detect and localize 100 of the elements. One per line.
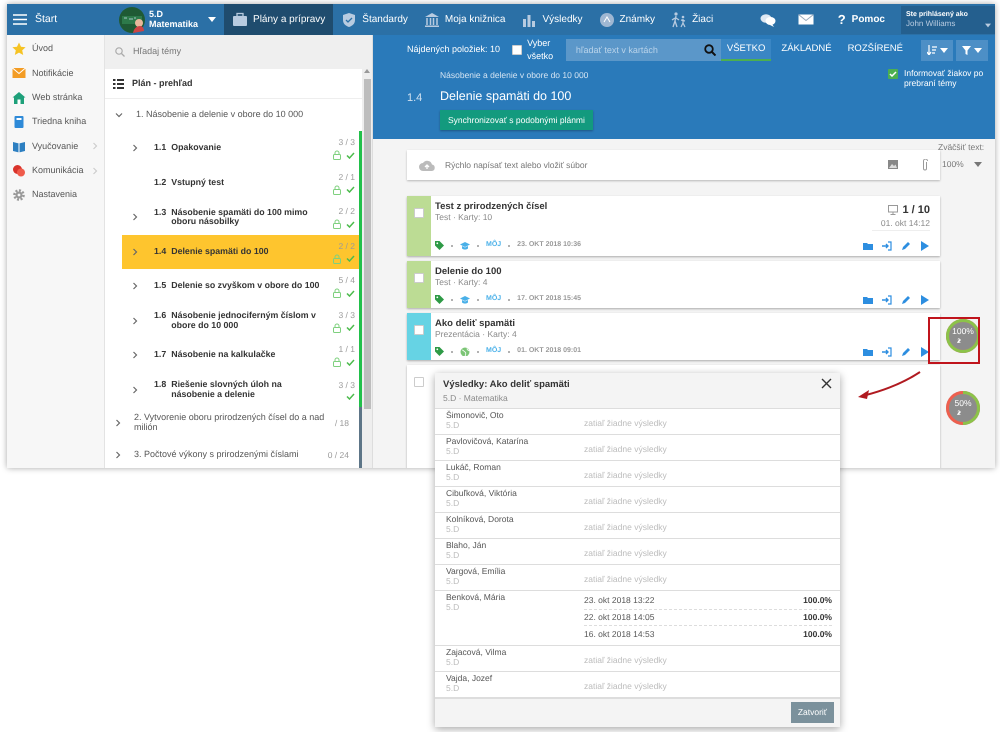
filter-tab[interactable]: ROZŠÍRENÉ bbox=[842, 39, 909, 61]
folder-button[interactable] bbox=[863, 346, 873, 357]
nav-tab[interactable]: Štandardy bbox=[333, 4, 416, 35]
select-all-checkbox[interactable]: Vyber všetko bbox=[512, 36, 560, 64]
chat-icon bbox=[12, 164, 26, 178]
zoom-select[interactable]: 100% bbox=[938, 158, 995, 170]
item-count: 2 / 2 bbox=[338, 240, 355, 253]
no-results-text: zatiaľ žiadne výsledky bbox=[584, 654, 667, 667]
sidebar-item[interactable]: Triedna kniha bbox=[7, 110, 104, 134]
caret-icon bbox=[208, 17, 216, 22]
sidebar-item[interactable]: Komunikácia bbox=[7, 158, 104, 183]
attempt-score: 100.0% bbox=[803, 628, 832, 641]
attempt-date: 23. okt 2018 13:22 bbox=[584, 594, 654, 608]
notify-checkbox[interactable]: Informovať žiakov po prebraní témy bbox=[888, 69, 988, 130]
percent-label: 100% bbox=[951, 327, 975, 336]
sidebar-item[interactable]: Úvod bbox=[7, 37, 104, 62]
play-button[interactable] bbox=[920, 346, 930, 357]
caret-icon bbox=[974, 48, 982, 52]
attempt-score: 100.0% bbox=[803, 594, 832, 608]
filter-tab[interactable]: VŠETKO bbox=[720, 39, 772, 61]
nav-tab[interactable]: Výsledky bbox=[513, 4, 590, 35]
search-icon bbox=[115, 47, 125, 57]
student-name: Lukáč, Roman bbox=[446, 463, 502, 473]
tree-item[interactable]: 1.4 Delenie spamäti do 100 2 / 2 bbox=[122, 234, 362, 269]
topic-title: Delenie spamäti do 100 bbox=[440, 88, 572, 105]
caret-icon bbox=[940, 48, 948, 52]
sidebar-item[interactable]: Notifikácie bbox=[7, 61, 104, 86]
topic-title: 1.4 Delenie spamäti do 100 bbox=[154, 246, 270, 257]
nav-tab[interactable]: Plány a prípravy bbox=[224, 4, 334, 35]
close-button[interactable] bbox=[821, 378, 832, 390]
score-time: 01. okt 14:12 bbox=[880, 218, 930, 228]
subject-name: Matematika bbox=[149, 20, 198, 29]
card-checkbox[interactable] bbox=[414, 324, 424, 335]
student-class: 5.D bbox=[446, 658, 460, 668]
search-button[interactable] bbox=[704, 44, 716, 56]
filter-button[interactable] bbox=[956, 40, 988, 60]
monitor-icon bbox=[888, 205, 898, 216]
folder-button[interactable] bbox=[863, 294, 873, 305]
student-name: Vajda, Jozef bbox=[446, 674, 494, 684]
item-count: 5 / 4 bbox=[338, 274, 355, 288]
card-checkbox[interactable] bbox=[414, 208, 424, 218]
no-results-text: zatiaľ žiadne výsledky bbox=[584, 680, 667, 693]
notebook-icon bbox=[12, 115, 26, 130]
folder-icon bbox=[863, 240, 873, 251]
separator-dot bbox=[508, 244, 510, 247]
nav-tab[interactable]: Moja knižnica bbox=[416, 4, 514, 35]
topic-title: 1.3 Násobenie spamäti do 100 mimo oboru násobilky bbox=[154, 208, 309, 227]
chevron-icon bbox=[115, 419, 121, 427]
sign-in-button[interactable] bbox=[882, 346, 892, 357]
progress-ring bbox=[945, 390, 981, 426]
card-checkbox[interactable] bbox=[414, 272, 424, 283]
nav-tab[interactable]: Žiaci bbox=[663, 4, 722, 35]
student-name: Vargová, Emília bbox=[446, 567, 506, 577]
play-button[interactable] bbox=[920, 294, 930, 305]
card-title: Test z prirodzených čísel bbox=[435, 202, 548, 213]
search-bar[interactable]: Hľadaj témy bbox=[105, 35, 372, 69]
tree-item[interactable]: 1. Násobenie a delenie v obore do 10 000 bbox=[105, 99, 362, 131]
separator-dot bbox=[451, 298, 453, 301]
student-class: 5.D bbox=[446, 576, 460, 587]
search-field[interactable]: Hľadaj témy bbox=[133, 42, 333, 62]
sort-button[interactable] bbox=[921, 40, 953, 60]
student-class: 5.D bbox=[446, 684, 460, 694]
sign-in-button[interactable] bbox=[882, 240, 892, 251]
annotation-arrow bbox=[858, 371, 921, 399]
tag-icon bbox=[435, 241, 444, 250]
scrollbar[interactable] bbox=[362, 69, 372, 468]
card-checkbox[interactable] bbox=[414, 376, 424, 387]
no-results-text: zatiaľ žiadne výsledky bbox=[584, 443, 667, 456]
student-name: Blaho, Ján bbox=[446, 541, 488, 551]
sidebar-item[interactable]: Web stránka bbox=[7, 86, 104, 110]
folder-button[interactable] bbox=[863, 240, 873, 251]
item-count: 3 / 3 bbox=[338, 379, 355, 392]
quick-input-box[interactable]: Rýchlo napísať text alebo vložiť súbor bbox=[407, 150, 940, 180]
sync-button[interactable]: Synchronizovať s podobnými plánmi bbox=[440, 110, 593, 130]
help-button[interactable]: ? Pomoc bbox=[828, 4, 895, 35]
sidebar-item[interactable]: Vyučovanie bbox=[7, 134, 104, 158]
separator-dot bbox=[508, 350, 510, 353]
menu-icon bbox=[13, 14, 27, 25]
sidebar-item[interactable]: Nastavenia bbox=[7, 182, 104, 208]
search-field[interactable]: hľadať text v kartách bbox=[566, 39, 721, 61]
play-icon bbox=[920, 240, 930, 251]
sign-in-button[interactable] bbox=[882, 294, 892, 305]
chat-icon bbox=[760, 12, 776, 26]
topic-number: 1.4 bbox=[407, 91, 424, 106]
filter-tab[interactable]: ZÁKLADNÉ bbox=[775, 39, 838, 61]
play-button[interactable] bbox=[920, 240, 930, 251]
briefcase-icon bbox=[232, 12, 248, 28]
menu-button[interactable]: Štart bbox=[7, 4, 109, 35]
topic-title: 1.7 Násobenie na kalkulačke bbox=[154, 350, 276, 360]
sign-in-icon bbox=[882, 294, 892, 305]
no-results-text: zatiaľ žiadne výsledky bbox=[584, 547, 667, 560]
card-meta: Prezentácia · Karty: 4 bbox=[435, 330, 517, 340]
student-class: 5.D bbox=[446, 550, 460, 561]
nav-tab[interactable]: Známky bbox=[590, 4, 664, 35]
filter-icon bbox=[962, 46, 971, 54]
student-name: Šimonovič, Oto bbox=[446, 411, 505, 421]
student-class: 5.D bbox=[446, 420, 460, 431]
tag-icon bbox=[435, 347, 444, 356]
star-icon bbox=[12, 42, 26, 56]
separator-dot bbox=[477, 350, 479, 353]
